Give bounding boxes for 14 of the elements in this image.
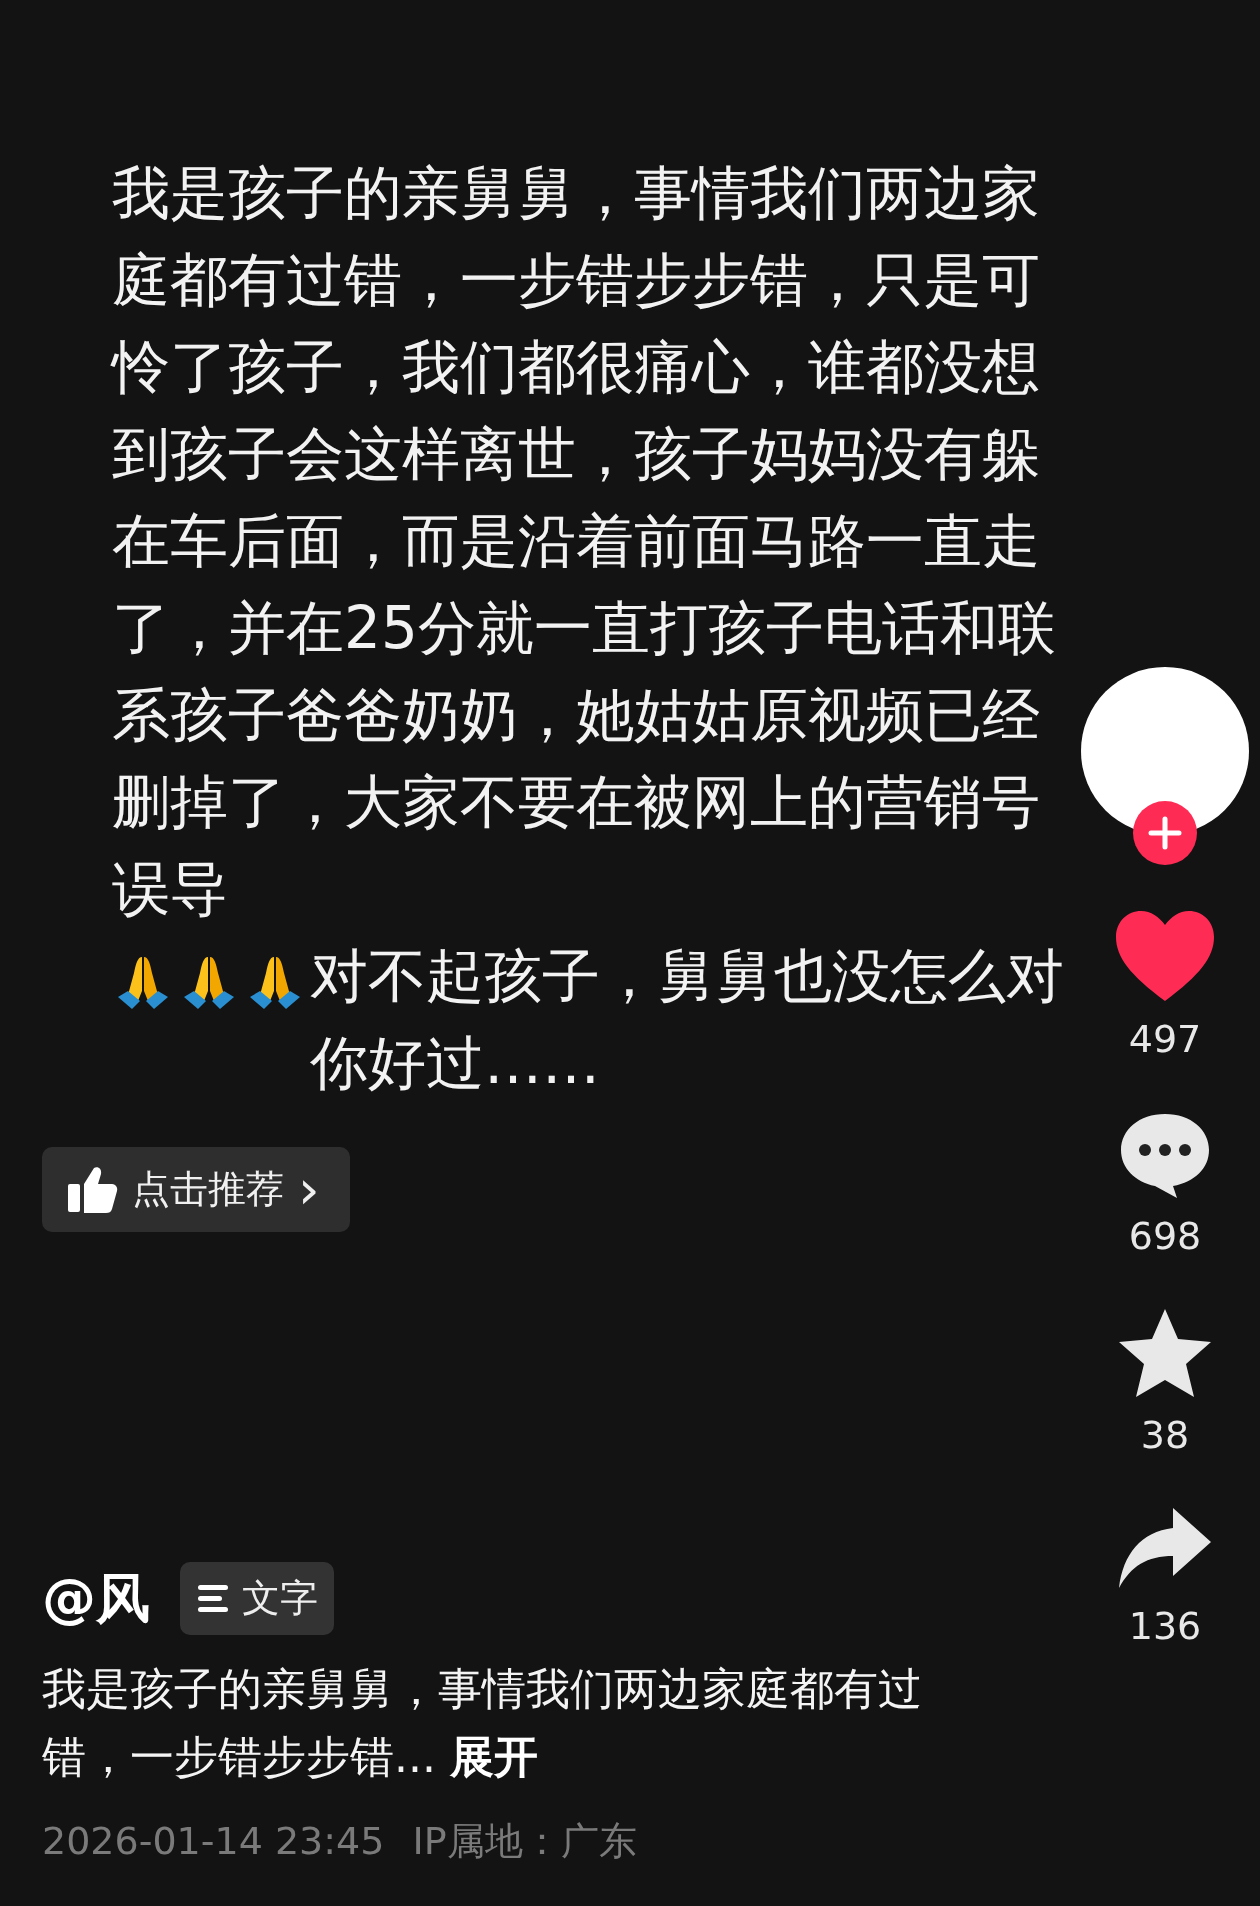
favorite-count: 38: [1140, 1412, 1190, 1459]
expand-link[interactable]: 展开: [449, 1730, 538, 1782]
ip-location: IP属地：广东: [412, 1818, 637, 1865]
comment-count: 698: [1128, 1213, 1202, 1260]
text-post-tag: 文字: [180, 1561, 334, 1635]
share-count: 136: [1128, 1603, 1202, 1650]
like-count: 497: [1128, 1016, 1202, 1063]
author-avatar[interactable]: [1081, 667, 1249, 865]
recommend-button[interactable]: 点击推荐 ›: [42, 1147, 350, 1232]
post-text: 对不起孩子，舅舅也没怎么对你好过……: [310, 941, 1065, 1099]
author-handle[interactable]: @风: [42, 1557, 150, 1639]
post-text: 我是孩子的亲舅舅，事情我们两边家庭都有过错，一步错步步错，只是可怜了孩子，我们都很痛心，谁都没想到孩子会这样离世，孩子妈妈没有躲在车后面，而是沿着前面马路一直走了，并在25分就一直打孩子电话和联系孩子爸爸奶奶，她姑姑原视频已经删掉了，大家不要在被网上的营销号误导: [112, 158, 1057, 925]
post-datetime: 2026-01-14 23:45: [42, 1818, 385, 1865]
description-text: 我是孩子的亲舅舅，事情我们两边家庭都有过错，一步错步步错... 展开: [42, 1661, 923, 1784]
